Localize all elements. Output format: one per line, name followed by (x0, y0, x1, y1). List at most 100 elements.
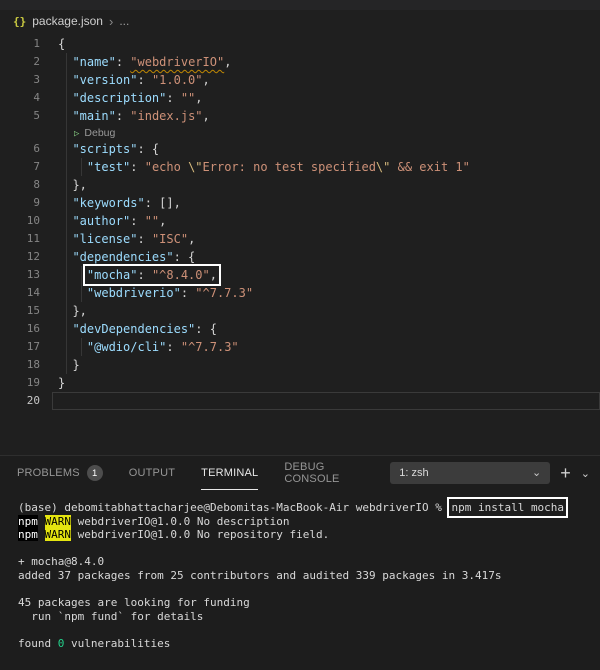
code-editor[interactable]: 1{2 "name": "webdriverIO",3 "version": "… (0, 32, 600, 455)
code-content: "devDependencies": { (58, 320, 600, 338)
code-token: }, (58, 178, 87, 192)
code-token: "devDependencies" (72, 322, 195, 336)
code-content: "keywords": [], (58, 194, 600, 212)
terminal-instance-dropdown[interactable]: 1: zsh ⌄ (390, 462, 550, 484)
terminal-token: run `npm fund` for details (18, 610, 203, 623)
vscode-window: {} package.json › ... 1{2 "name": "webdr… (0, 0, 600, 670)
code-token: "webdriverIO" (130, 55, 224, 69)
code-line-5[interactable]: 5 "main": "index.js", (0, 107, 600, 125)
code-line-19[interactable]: 19} (0, 374, 600, 392)
chevron-down-icon: ⌄ (532, 468, 541, 479)
terminal-line-2: npm WARN webdriverIO@1.0.0 No descriptio… (18, 515, 600, 529)
line-number: 11 (0, 230, 40, 248)
line-number: 2 (0, 53, 40, 71)
indent-guide (66, 302, 67, 320)
indent-guide (66, 212, 67, 230)
code-token: "" (181, 91, 195, 105)
codelens-debug-link[interactable]: Debug (84, 127, 115, 139)
indent-guide (81, 266, 82, 284)
code-token: "echo (145, 160, 188, 174)
code-token: : (166, 340, 180, 354)
code-line-12[interactable]: 12 "dependencies": { (0, 248, 600, 266)
terminal-token (38, 515, 45, 528)
code-token: , (195, 91, 202, 105)
code-line-16[interactable]: 16 "devDependencies": { (0, 320, 600, 338)
code-line-9[interactable]: 9 "keywords": [], (0, 194, 600, 212)
new-terminal-button[interactable]: + (560, 464, 571, 482)
code-token: : (116, 109, 130, 123)
breadcrumb[interactable]: {} package.json › ... (0, 10, 600, 32)
tab-output[interactable]: OUTPUT (129, 456, 175, 490)
indent-guide (66, 107, 67, 125)
code-line-14[interactable]: 14 "webdriverio": "^7.7.3" (0, 284, 600, 302)
line-number: 4 (0, 89, 40, 107)
chevron-right-icon: › (109, 14, 113, 29)
code-line-2[interactable]: 2 "name": "webdriverIO", (0, 53, 600, 71)
code-line-17[interactable]: 17 "@wdio/cli": "^7.7.3" (0, 338, 600, 356)
code-token: "1.0.0" (152, 73, 203, 87)
tab-debug-console[interactable]: DEBUG CONSOLE (284, 456, 364, 490)
code-token: }, (58, 304, 87, 318)
code-token: : { (195, 322, 217, 336)
json-file-icon: {} (13, 15, 26, 28)
code-token: "dependencies" (72, 250, 173, 264)
code-content: "license": "ISC", (58, 230, 600, 248)
terminal-token: found (18, 637, 58, 650)
code-line-11[interactable]: 11 "license": "ISC", (0, 230, 600, 248)
code-line-1[interactable]: 1{ (0, 35, 600, 53)
breadcrumb-symbol-path[interactable]: ... (119, 14, 129, 28)
code-line-8[interactable]: 8 }, (0, 176, 600, 194)
code-line-13[interactable]: 13 "mocha": "^8.4.0", (0, 266, 600, 284)
line-number: 1 (0, 35, 40, 53)
code-line-4[interactable]: 4 "description": "", (0, 89, 600, 107)
code-token: "name" (72, 55, 115, 69)
highlight-box-command: npm install mocha (451, 501, 564, 514)
terminal-token: npm (18, 528, 38, 541)
code-line-18[interactable]: 18 } (0, 356, 600, 374)
code-line-7[interactable]: 7 "test": "echo \"Error: no test specifi… (0, 158, 600, 176)
line-number: 3 (0, 71, 40, 89)
panel-actions: 1: zsh ⌄ + ⌄ (390, 462, 590, 484)
line-number: 14 (0, 284, 40, 302)
terminal-token: webdriverIO@1.0.0 No description (71, 515, 290, 528)
terminal-output[interactable]: (base) debomitabhattacharjee@Debomitas-M… (0, 490, 600, 651)
code-line-15[interactable]: 15 }, (0, 302, 600, 320)
code-content: "@wdio/cli": "^7.7.3" (58, 338, 600, 356)
line-number: 10 (0, 212, 40, 230)
indent-guide (66, 194, 67, 212)
code-token: \" (188, 160, 202, 174)
line-number: 13 (0, 266, 40, 284)
tab-problems[interactable]: PROBLEMS 1 (17, 456, 103, 490)
code-content: "test": "echo \"Error: no test specified… (58, 158, 600, 176)
tab-terminal[interactable]: TERMINAL (201, 456, 258, 490)
code-token: "test" (87, 160, 130, 174)
breadcrumb-file-name[interactable]: package.json (32, 14, 103, 28)
indent-guide (66, 230, 67, 248)
debug-play-icon[interactable]: ▷ (74, 129, 79, 139)
line-number: 12 (0, 248, 40, 266)
code-token: } (58, 358, 80, 372)
line-number: 18 (0, 356, 40, 374)
terminal-line-7 (18, 583, 600, 597)
indent-guide (66, 53, 67, 71)
indent-guide (66, 320, 67, 338)
code-content: }, (58, 176, 600, 194)
codelens-row[interactable]: ▷ Debug (0, 125, 600, 140)
code-content: "mocha": "^8.4.0", (58, 266, 600, 284)
terminal-line-9: run `npm fund` for details (18, 610, 600, 624)
code-line-3[interactable]: 3 "version": "1.0.0", (0, 71, 600, 89)
code-content (58, 392, 600, 410)
terminal-token: npm install mocha (451, 501, 564, 514)
code-line-6[interactable]: 6 "scripts": { (0, 140, 600, 158)
code-line-10[interactable]: 10 "author": "", (0, 212, 600, 230)
code-line-20[interactable]: 20 (0, 392, 600, 410)
terminal-menu-chevron-icon[interactable]: ⌄ (581, 467, 590, 480)
line-number: 5 (0, 107, 40, 125)
line-number: 9 (0, 194, 40, 212)
terminal-token: + mocha@8.4.0 (18, 555, 104, 568)
code-content: "dependencies": { (58, 248, 600, 266)
indent-guide (66, 71, 67, 89)
code-token (58, 340, 87, 354)
code-content: "author": "", (58, 212, 600, 230)
terminal-line-6: added 37 packages from 25 contributors a… (18, 569, 600, 583)
